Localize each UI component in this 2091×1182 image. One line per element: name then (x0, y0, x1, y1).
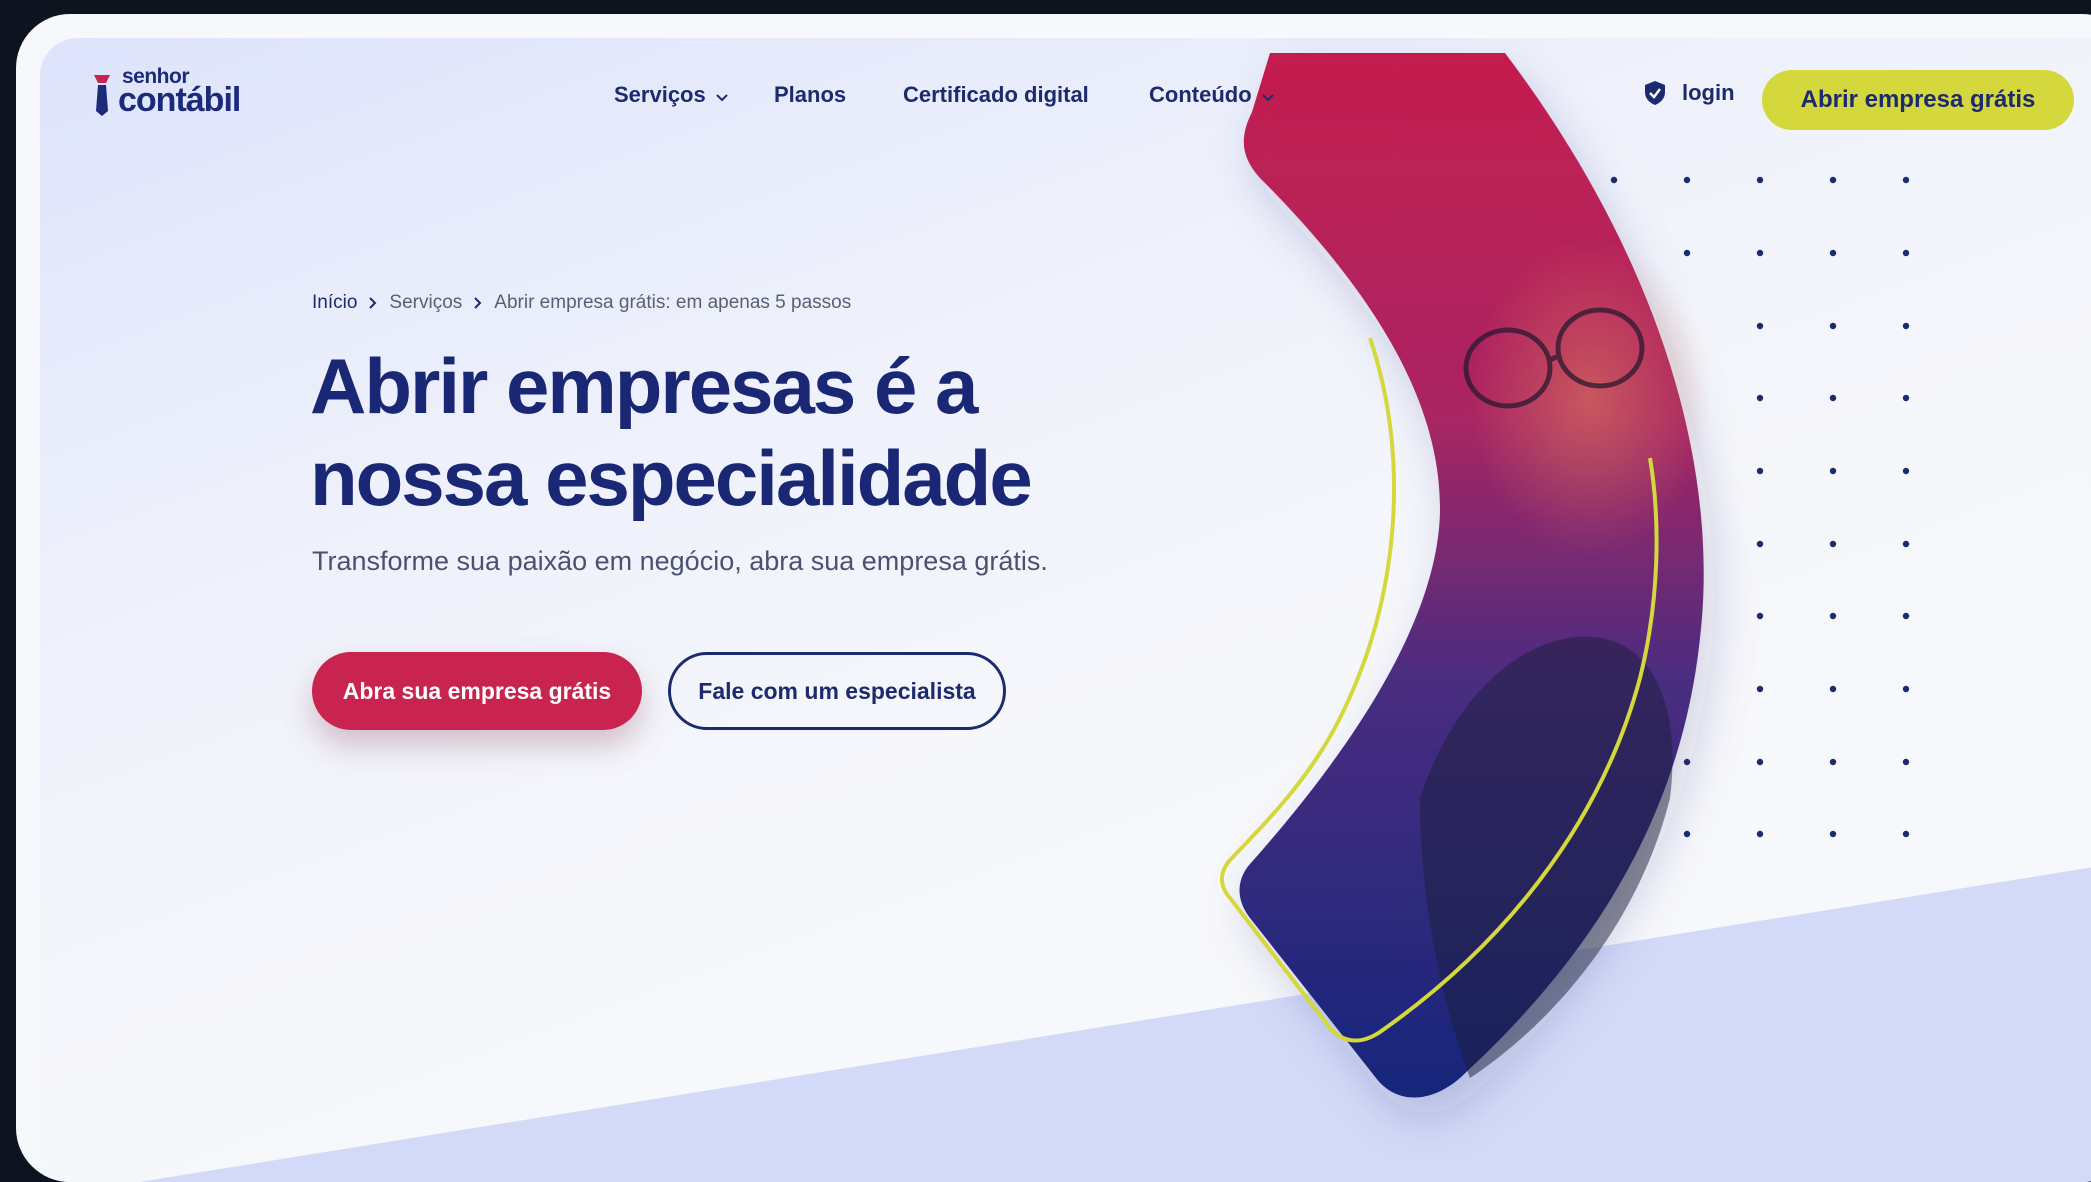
open-company-header-button[interactable]: Abrir empresa grátis (1762, 70, 2074, 130)
page-title-line-1: Abrir empresas é a (310, 342, 978, 430)
hero-artwork (139, 53, 2091, 1182)
glasses-icon (1463, 307, 1645, 409)
nav-item-label: Certificado digital (903, 82, 1089, 107)
brand-logo[interactable]: senhor contábil (92, 66, 241, 119)
hero-subtitle: Transforme sua paixão em negócio, abra s… (312, 546, 1048, 576)
page-title: Abrir empresas é a nossa especialidade (310, 340, 1210, 524)
page-title-line-2: nossa especialidade (310, 434, 1033, 522)
breadcrumb-current: Abrir empresa grátis: em apenas 5 passos (494, 292, 852, 313)
chevron-down-icon (1261, 94, 1274, 102)
breadcrumb-home[interactable]: Início (312, 292, 357, 314)
breadcrumb-servicos[interactable]: Serviços (389, 292, 462, 314)
dot-grid (1610, 176, 1910, 838)
shield-icon (1645, 81, 1665, 105)
open-company-button[interactable]: Abra sua empresa grátis (312, 652, 642, 730)
chevron-right-icon (369, 297, 377, 309)
hero-arc-shape (1239, 53, 1704, 1098)
nav-item-label: Serviços (614, 82, 706, 107)
lime-outline-curve (1220, 337, 1659, 1043)
nav-item-label: Conteúdo (1149, 82, 1252, 107)
nav-item-certificado-digital[interactable]: Certificado digital (903, 82, 1089, 108)
browser-frame: senhor contábil Serviços Planos Certific… (16, 14, 2091, 1182)
nav-item-planos[interactable]: Planos (774, 82, 846, 108)
logo-wordmark: senhor contábil (118, 66, 241, 119)
login-link[interactable]: login (1644, 80, 1735, 106)
tie-icon (94, 75, 110, 116)
nav-item-label: Planos (774, 82, 847, 107)
login-label: login (1682, 80, 1735, 105)
chevron-right-icon (474, 297, 482, 309)
nav-item-conteudo[interactable]: Conteúdo (1149, 82, 1274, 108)
landing-page: senhor contábil Serviços Planos Certific… (40, 38, 2091, 1182)
breadcrumb: Início Serviços Abrir empresa grátis: em… (312, 292, 851, 314)
talk-to-specialist-button[interactable]: Fale com um especialista (668, 652, 1006, 730)
nav-item-servicos[interactable]: Serviços (614, 82, 728, 108)
portrait-face (1470, 238, 1710, 558)
chevron-down-icon (716, 94, 728, 102)
logo-big-text: contábil (118, 81, 241, 119)
portrait-jacket (1420, 636, 1673, 1078)
bottom-wedge (139, 867, 2091, 1182)
